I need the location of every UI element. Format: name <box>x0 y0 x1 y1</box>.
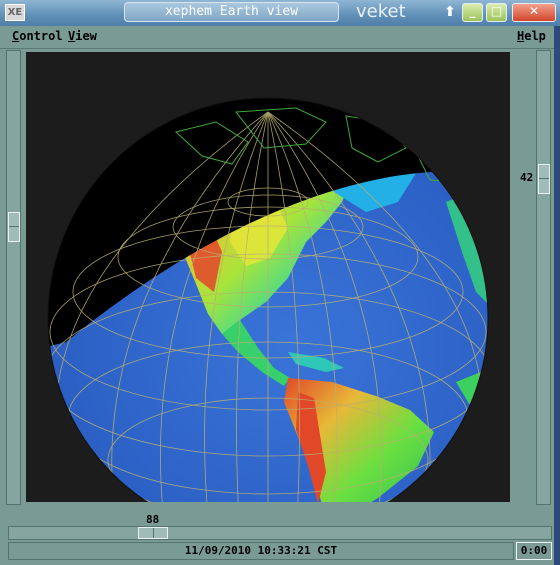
close-button[interactable]: ✕ <box>512 3 556 22</box>
longitude-scale-track[interactable] <box>8 526 552 540</box>
earth-view-canvas[interactable] <box>26 52 510 502</box>
menu-help-label: elp <box>524 29 546 43</box>
menu-control[interactable]: Control <box>12 29 63 43</box>
clock-readout[interactable]: 0:00 <box>516 542 552 560</box>
earth-globe-image <box>47 97 489 502</box>
menu-bar: Control View Help <box>0 26 560 49</box>
minimize-button[interactable]: _ <box>462 3 483 22</box>
desktop-edge <box>554 26 560 565</box>
status-datetime: 11/09/2010 10:33:21 CST <box>8 542 514 560</box>
left-scale-thumb[interactable] <box>8 212 20 242</box>
xephem-logo-icon[interactable]: XE <box>5 4 25 21</box>
menu-view-label: iew <box>75 29 97 43</box>
arrow-up-icon[interactable]: ⬆ <box>441 3 459 22</box>
menu-help[interactable]: Help <box>517 29 546 43</box>
host-label: veket <box>356 1 406 22</box>
latitude-value: 42 <box>520 171 534 184</box>
window-title: xephem Earth view <box>124 2 339 22</box>
latitude-scale-thumb[interactable] <box>538 164 550 194</box>
menu-control-label: ontrol <box>19 29 63 43</box>
maximize-button[interactable]: □ <box>486 3 507 22</box>
latitude-scale-track[interactable] <box>536 50 551 505</box>
longitude-value: 88 <box>146 513 160 526</box>
menu-view[interactable]: View <box>68 29 97 43</box>
title-bar[interactable]: XE xephem Earth view veket ⬆ _ □ ✕ <box>0 0 560 27</box>
longitude-scale-thumb[interactable] <box>138 527 168 539</box>
left-scale-track[interactable] <box>6 50 21 505</box>
